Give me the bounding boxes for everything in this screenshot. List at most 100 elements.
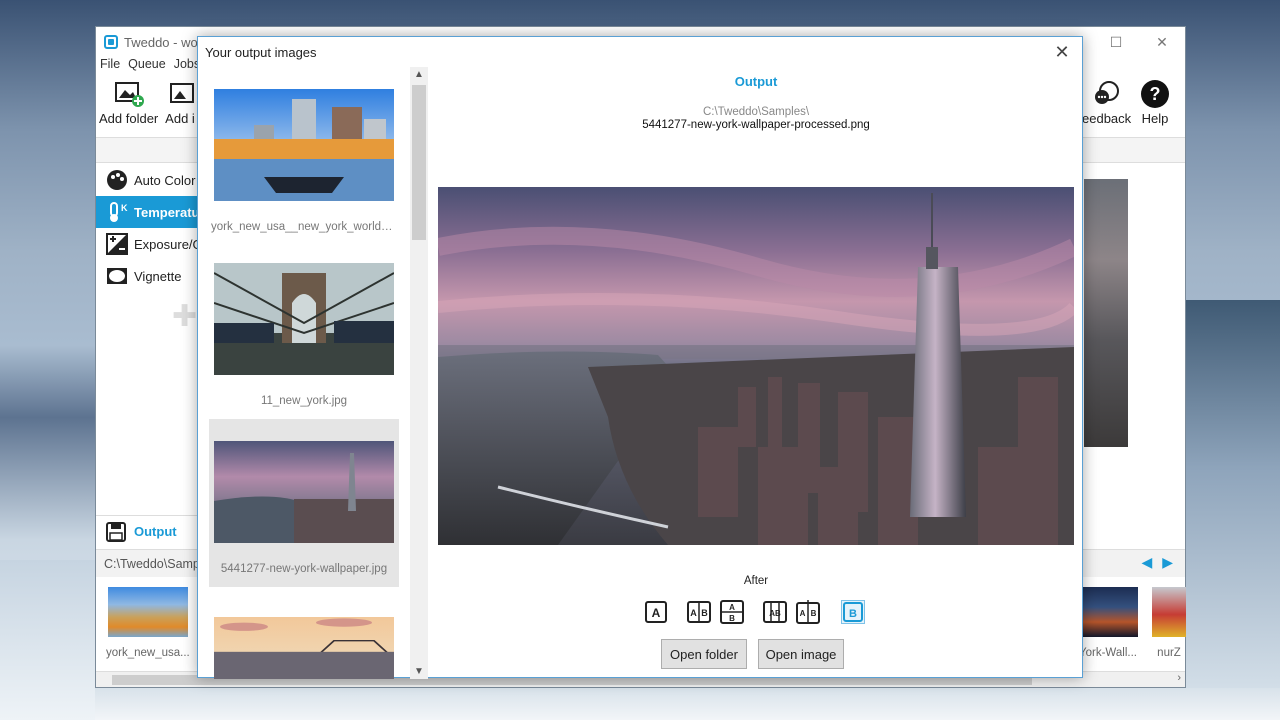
svg-text:A: A bbox=[800, 609, 806, 618]
add-folder-icon bbox=[112, 79, 146, 109]
effect-label: Auto Color bbox=[134, 172, 196, 188]
svg-text:AB: AB bbox=[769, 609, 781, 618]
add-folder-button[interactable]: Add folder bbox=[99, 79, 158, 126]
list-item[interactable] bbox=[209, 595, 399, 679]
output-directory: C:\Tweddo\Samples\ bbox=[702, 106, 810, 118]
list-item[interactable]: york_new_usa__new_york_world_cit... bbox=[209, 67, 399, 257]
feedback-label: eedback bbox=[1082, 111, 1132, 126]
list-scrollbar[interactable]: ▲ ▼ bbox=[410, 67, 428, 679]
strip-thumbnail bbox=[1078, 587, 1138, 637]
output-image-list: york_new_usa__new_york_world_cit... 11_n… bbox=[198, 67, 428, 679]
effect-exposure[interactable]: Exposure/Ga bbox=[96, 228, 210, 260]
split-view-icon: AB bbox=[763, 601, 787, 623]
scroll-right-arrow-icon[interactable]: › bbox=[1177, 672, 1181, 684]
desktop-mountain bbox=[1185, 300, 1280, 720]
add-effect-icon[interactable]: ✚ bbox=[172, 299, 197, 334]
desktop-snow bbox=[0, 560, 95, 720]
after-only-icon: B bbox=[841, 600, 865, 624]
svg-text:A: A bbox=[690, 608, 697, 618]
app-logo-icon bbox=[104, 35, 118, 49]
strip-item[interactable]: York-Wall... bbox=[1078, 587, 1138, 659]
menu-file[interactable]: File bbox=[100, 57, 120, 77]
svg-text:B: B bbox=[701, 608, 708, 618]
svg-text:K: K bbox=[121, 203, 128, 213]
effect-label: Temperatur bbox=[134, 204, 205, 220]
add-image-button[interactable]: Add i bbox=[163, 79, 197, 126]
output-detail-pane: Output C:\Tweddo\Samples\ 5441277-new-yo… bbox=[428, 67, 1084, 679]
add-folder-label: Add folder bbox=[99, 111, 159, 126]
list-item-label: 5441277-new-york-wallpaper.jpg bbox=[220, 563, 388, 575]
help-icon: ? bbox=[1138, 79, 1172, 109]
help-label: Help bbox=[1141, 111, 1169, 126]
slider-view-icon: AB bbox=[796, 600, 820, 624]
strip-thumbnail bbox=[107, 587, 188, 637]
output-section-header[interactable]: Output bbox=[96, 515, 198, 547]
open-folder-button[interactable]: Open folder bbox=[661, 639, 747, 669]
output-preview-image bbox=[438, 187, 1074, 545]
strip-item-label: York-Wall... bbox=[1079, 647, 1137, 659]
list-item-label: york_new_usa__new_york_world_cit... bbox=[211, 221, 397, 233]
before-only-icon: A bbox=[645, 601, 667, 623]
window-controls: ☐ ✕ bbox=[1093, 27, 1185, 57]
list-thumbnail bbox=[214, 441, 394, 543]
close-window-button[interactable]: ✕ bbox=[1139, 27, 1185, 57]
desktop-foreground bbox=[95, 688, 1280, 720]
feedback-icon bbox=[1090, 79, 1124, 109]
dialog-title: Your output images bbox=[205, 44, 317, 60]
list-item-selected[interactable]: 5441277-new-york-wallpaper.jpg bbox=[209, 419, 399, 587]
compare-stacked-button[interactable]: AB bbox=[719, 600, 745, 624]
strip-item[interactable]: nurZ bbox=[1152, 587, 1186, 659]
list-thumbnail bbox=[214, 89, 394, 201]
add-image-label: Add i bbox=[165, 111, 195, 126]
previous-arrow-icon[interactable]: ◀ bbox=[1141, 554, 1152, 571]
effect-label: Vignette bbox=[134, 268, 182, 284]
vignette-icon bbox=[106, 265, 128, 287]
output-section-label: Output bbox=[134, 524, 177, 539]
effect-auto-color[interactable]: Auto Color bbox=[96, 164, 198, 196]
effect-vignette[interactable]: Vignette bbox=[96, 260, 198, 292]
svg-text:B: B bbox=[811, 609, 817, 618]
close-icon[interactable]: ✕ bbox=[1050, 40, 1074, 64]
effect-temperature[interactable]: K Temperatur bbox=[96, 196, 205, 228]
menu-queue[interactable]: Queue bbox=[128, 57, 166, 77]
svg-text:B: B bbox=[729, 614, 735, 623]
compare-slider-button[interactable]: AB bbox=[795, 600, 821, 624]
list-item-label: 11_new_york.jpg bbox=[260, 395, 348, 407]
compare-split-button[interactable]: AB bbox=[762, 600, 788, 624]
open-image-button[interactable]: Open image bbox=[758, 639, 844, 669]
dialog-titlebar: Your output images bbox=[198, 37, 1082, 67]
strip-item-label: york_new_usa... bbox=[106, 647, 190, 659]
svg-text:B: B bbox=[849, 608, 857, 620]
compare-after-button[interactable]: B bbox=[840, 600, 866, 624]
palette-icon bbox=[106, 169, 128, 191]
effects-list: Auto Color K Temperatur Exposure/Ga Vign… bbox=[96, 164, 210, 292]
strip-navigation: ◀ ▶ bbox=[1141, 554, 1173, 571]
scroll-up-arrow-icon[interactable]: ▲ bbox=[414, 69, 424, 80]
app-title: Tweddo - worl bbox=[124, 34, 205, 50]
exposure-icon bbox=[106, 233, 128, 255]
save-icon bbox=[106, 521, 126, 542]
svg-text:A: A bbox=[652, 606, 661, 620]
stacked-icon: AB bbox=[720, 600, 744, 624]
list-item[interactable]: 11_new_york.jpg bbox=[209, 241, 399, 431]
compare-side-by-side-button[interactable]: AB bbox=[686, 600, 712, 624]
svg-text:A: A bbox=[729, 603, 735, 612]
compare-before-button[interactable]: A bbox=[644, 600, 668, 624]
output-path: C:\Tweddo\Samp bbox=[104, 556, 200, 571]
feedback-button[interactable]: eedback bbox=[1082, 79, 1131, 126]
output-filename: 5441277-new-york-wallpaper-processed.png bbox=[642, 119, 870, 131]
scroll-down-arrow-icon[interactable]: ▼ bbox=[414, 666, 424, 677]
help-button[interactable]: ? Help bbox=[1138, 79, 1172, 126]
output-images-dialog: Your output images ✕ york_new_usa__new_y… bbox=[197, 36, 1084, 679]
background-preview-image bbox=[1084, 179, 1128, 447]
menu-bar: File Queue Jobs bbox=[96, 57, 200, 77]
next-arrow-icon[interactable]: ▶ bbox=[1162, 554, 1173, 571]
list-thumbnail bbox=[214, 263, 394, 375]
list-scrollbar-thumb[interactable] bbox=[412, 85, 426, 240]
maximize-button[interactable]: ☐ bbox=[1093, 27, 1139, 57]
compare-mode-label: After bbox=[743, 575, 769, 587]
thermometer-icon: K bbox=[106, 201, 128, 223]
side-by-side-icon: AB bbox=[687, 601, 711, 623]
strip-item[interactable]: york_new_usa... bbox=[106, 587, 190, 659]
svg-text:?: ? bbox=[1150, 84, 1161, 104]
